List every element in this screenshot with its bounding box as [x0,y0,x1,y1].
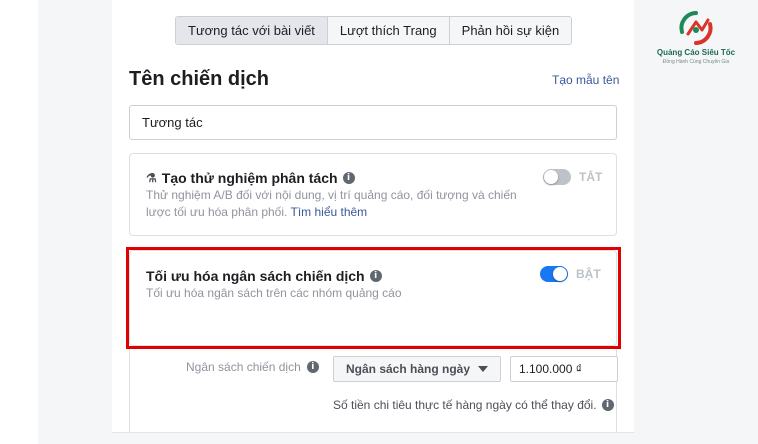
create-name-template-link[interactable]: Tạo mẫu tên [552,73,619,87]
budget-note: Số tiền chi tiêu thực tế hàng ngày có th… [333,398,614,412]
ab-test-description: Thử nghiệm A/B đối với nội dung, vị trí … [146,187,526,221]
ab-test-toggle-label: TẮT [579,170,603,184]
info-icon[interactable]: i [306,361,319,373]
campaign-budget-label: Ngân sách chiến dịch i [186,360,319,374]
objective-tabs: Tương tác với bài viết Lượt thích Trang … [175,16,573,45]
budget-type-value: Ngân sách hàng ngày [346,362,471,376]
campaign-budget-label-text: Ngân sách chiến dịch [186,360,301,374]
info-icon[interactable]: i [342,172,355,184]
panel-bottom-divider [112,432,634,444]
brand-name: Quảng Cáo Siêu Tốc [656,48,736,57]
caret-down-icon [478,366,488,372]
tab-event-responses[interactable]: Phản hồi sự kiện [449,17,572,44]
ab-test-card: ⚗ Tạo thử nghiệm phân tách i Thử nghiệm … [129,153,617,236]
brand-mark-icon [679,11,713,45]
cbo-description: Tối ưu hóa ngân sách trên các nhóm quảng… [146,286,402,300]
cbo-toggle-label: BẬT [576,267,601,281]
info-icon[interactable]: i [601,399,614,411]
toggle-knob [553,267,567,281]
cbo-title-row: Tối ưu hóa ngân sách chiến dịch i [146,268,382,284]
toggle-knob [544,170,558,184]
left-gutter [0,0,38,444]
campaign-name-input[interactable] [129,105,617,140]
cbo-toggle[interactable] [540,266,568,282]
tab-post-engagement[interactable]: Tương tác với bài viết [176,17,328,44]
ab-test-title-row: ⚗ Tạo thử nghiệm phân tách i [146,170,355,186]
budget-type-select[interactable]: Ngân sách hàng ngày [333,356,501,382]
ab-test-title: Tạo thử nghiệm phân tách [161,170,338,186]
flask-icon: ⚗ [146,171,157,185]
budget-note-text: Số tiền chi tiêu thực tế hàng ngày có th… [333,398,597,412]
learn-more-link[interactable]: Tìm hiểu thêm [290,205,367,219]
ab-test-toggle[interactable] [543,169,571,185]
info-icon[interactable]: i [369,270,382,282]
cbo-title: Tối ưu hóa ngân sách chiến dịch [146,268,365,284]
tab-page-likes[interactable]: Lượt thích Trang [327,17,450,44]
campaign-name-heading: Tên chiến dịch [129,68,270,90]
budget-optimization-card: Tối ưu hóa ngân sách chiến dịch i Tối ưu… [129,250,617,346]
brand-logo: Quảng Cáo Siêu Tốc Đồng Hành Cùng Chuyên… [646,10,746,68]
brand-tagline: Đồng Hành Cùng Chuyên Gia [662,59,730,65]
budget-amount-input[interactable] [510,356,618,382]
